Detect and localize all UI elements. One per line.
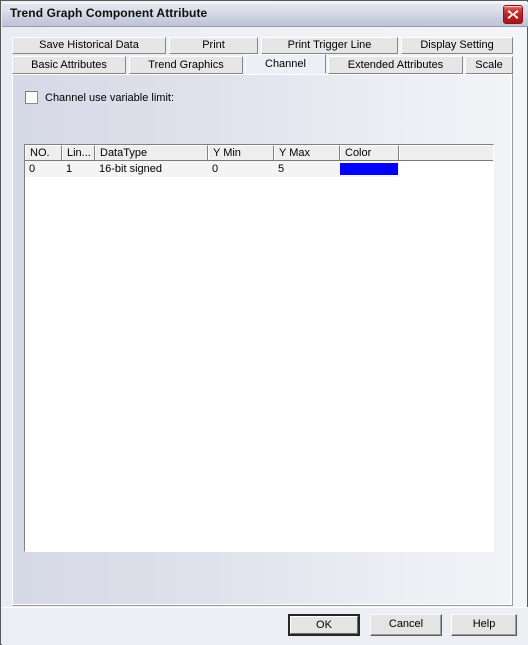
- column-header-ymin[interactable]: Y Min: [208, 145, 274, 160]
- tab-display-setting[interactable]: Display Setting: [401, 37, 513, 54]
- column-header-spacer[interactable]: [399, 145, 491, 160]
- table-row[interactable]: 0 1 16-bit signed 0 5: [25, 161, 493, 177]
- cell-ymin[interactable]: 0: [208, 161, 274, 177]
- checkbox-label: Channel use variable limit:: [45, 91, 175, 104]
- checkbox-box-icon[interactable]: [25, 91, 38, 104]
- cell-datatype[interactable]: 16-bit signed: [95, 161, 208, 177]
- column-header-color[interactable]: Color: [340, 145, 399, 160]
- button-bar: OK Cancel Help: [2, 607, 528, 645]
- close-icon[interactable]: [503, 5, 523, 24]
- tab-basic-attributes[interactable]: Basic Attributes: [12, 56, 126, 74]
- cell-spacer[interactable]: [399, 161, 491, 177]
- ok-button[interactable]: OK: [288, 614, 360, 636]
- cell-color[interactable]: [340, 161, 399, 177]
- column-header-ymax[interactable]: Y Max: [274, 145, 340, 160]
- channel-use-variable-limit-checkbox[interactable]: Channel use variable limit:: [25, 91, 174, 104]
- button-bar-separator: [2, 607, 528, 608]
- tab-save-historical-data[interactable]: Save Historical Data: [12, 37, 166, 54]
- table-header-row: NO. Lin... DataType Y Min Y Max Color: [25, 145, 493, 161]
- tab-scale[interactable]: Scale: [465, 56, 513, 74]
- channel-tab-panel: Channel use variable limit: NO. Lin... D…: [12, 74, 513, 606]
- close-x-glyph: [507, 10, 519, 19]
- tab-trend-graphics[interactable]: Trend Graphics: [129, 56, 243, 74]
- column-header-datatype[interactable]: DataType: [95, 145, 208, 160]
- title-bar-highlight: [2, 2, 528, 4]
- tab-extended-attributes[interactable]: Extended Attributes: [328, 56, 463, 74]
- help-button[interactable]: Help: [451, 614, 517, 636]
- window-title: Trend Graph Component Attribute: [10, 6, 208, 20]
- cell-ymax[interactable]: 5: [274, 161, 340, 177]
- tab-print-trigger-line[interactable]: Print Trigger Line: [261, 37, 398, 54]
- column-header-line[interactable]: Lin...: [62, 145, 95, 160]
- dialog-window: Trend Graph Component Attribute Save His…: [0, 0, 528, 645]
- cell-no[interactable]: 0: [25, 161, 62, 177]
- tab-print[interactable]: Print: [169, 37, 258, 54]
- cell-line[interactable]: 1: [62, 161, 95, 177]
- column-header-no[interactable]: NO.: [25, 145, 62, 160]
- color-swatch[interactable]: [340, 163, 398, 175]
- ok-button-label: OK: [290, 616, 358, 634]
- cancel-button[interactable]: Cancel: [370, 614, 442, 636]
- tab-strip: Save Historical Data Print Print Trigger…: [12, 37, 513, 75]
- tab-channel[interactable]: Channel: [245, 54, 326, 74]
- channel-table[interactable]: NO. Lin... DataType Y Min Y Max Color 0 …: [24, 144, 494, 552]
- title-bar[interactable]: Trend Graph Component Attribute: [2, 2, 528, 27]
